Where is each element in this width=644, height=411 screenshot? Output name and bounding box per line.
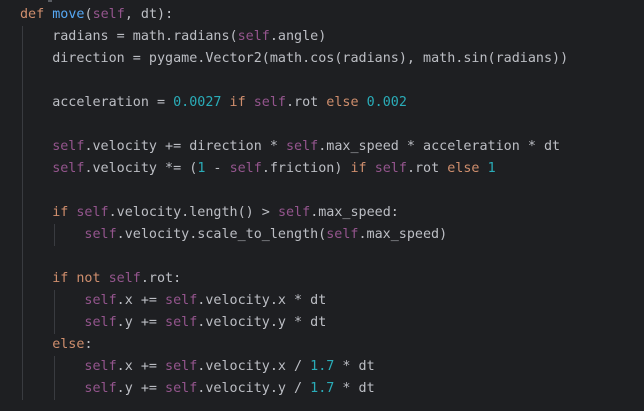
code-token: 1.7 [310,359,335,374]
code-token: .y += [116,315,166,330]
code-token: .velocity.x / [197,359,311,374]
code-token: 0.0027 [173,95,222,110]
code-token: * dt [334,381,375,396]
code-token: .velocity.y * dt [197,315,327,330]
code-line[interactable]: self.velocity.scale_to_length(self.max_s… [84,224,447,246]
code-token: .y += [116,381,166,396]
code-token: acceleration = [52,95,174,110]
code-token: def [20,7,53,22]
code-token: else [439,161,488,176]
code-token: direction = pygame.Vector2(math.cos(radi… [52,51,569,66]
code-token: 1.7 [310,381,335,396]
code-token: if not [52,271,109,286]
code-token: self [92,7,125,22]
code-token: self [165,359,198,374]
code-token: self [84,293,117,308]
code-token: if [342,161,375,176]
code-line[interactable]: else: [52,334,92,356]
code-line[interactable]: if not self.rot: [52,268,181,290]
code-line[interactable]: self.x += self.velocity.x * dt [84,290,326,312]
code-line[interactable]: self.x += self.velocity.x / 1.7 * dt [84,356,374,378]
code-editor[interactable]: def move(self, dt): radians = math.radian… [0,0,644,411]
code-token: self [285,139,319,154]
code-token: self [229,161,262,176]
code-token: .velocity += direction * [84,139,286,154]
code-token: .rot: [140,271,182,286]
code-token: .friction) [261,161,343,176]
code-token: else [52,337,85,352]
code-token: .velocity.x * dt [197,293,327,308]
code-token: if [221,95,254,110]
code-token: : [84,337,93,352]
code-token: self [277,205,311,220]
code-token: self [76,205,109,220]
code-token: ( [84,7,93,22]
code-token: self [84,381,117,396]
code-token: .x += [116,359,166,374]
code-token: self [326,227,359,242]
code-token: move [52,7,85,22]
code-token: radians = math.radians( [52,29,238,44]
code-token: .angle) [269,29,327,44]
code-token: .rot [286,95,319,110]
code-line[interactable]: acceleration = 0.0027 if self.rot else 0… [52,92,407,114]
code-token: self [165,293,198,308]
code-line[interactable]: self.y += self.velocity.y / 1.7 * dt [84,378,374,400]
code-token: 0.002 [366,95,407,110]
code-token: self [253,95,286,110]
code-token: .x += [116,293,166,308]
indent-guide [54,356,56,400]
code-line[interactable]: self.velocity *= (1 - self.friction) if … [52,158,495,180]
code-token: .velocity.length() > [108,205,278,220]
code-token: self [52,161,85,176]
code-token: self [165,315,198,330]
code-line[interactable]: radians = math.radians(self.angle) [52,26,326,48]
indent-guide [54,290,56,334]
code-token: .max_speed) [358,227,448,242]
indent-guide [22,26,23,400]
code-token: .max_speed: [310,205,399,220]
code-token: self [84,359,117,374]
code-token: else [318,95,367,110]
code-token: * dt [334,359,375,374]
code-token: self [52,139,85,154]
code-token: - [205,161,230,176]
code-line[interactable]: self.y += self.velocity.y * dt [84,312,326,334]
code-token: self [108,271,141,286]
code-token: self [84,315,117,330]
code-line[interactable]: def move(self, dt): [20,4,173,26]
code-token: .velocity.y / [197,381,311,396]
code-token: self [374,161,407,176]
code-token: self [165,381,198,396]
code-token: self [84,227,117,242]
code-line[interactable]: direction = pygame.Vector2(math.cos(radi… [52,48,568,70]
code-token: .velocity *= ( [84,161,198,176]
code-line[interactable]: if self.velocity.length() > self.max_spe… [52,202,399,224]
code-token: , dt): [124,7,174,22]
fold-marker [48,0,52,2]
code-token: .rot [406,161,440,176]
indent-guide [54,224,56,246]
code-token: 1 [487,161,496,176]
code-token: self [237,29,270,44]
code-token: .velocity.scale_to_length( [116,227,327,242]
code-token: .max_speed * acceleration * dt [318,139,561,154]
code-token: if [52,205,77,220]
code-line[interactable]: self.velocity += direction * self.max_sp… [52,136,560,158]
